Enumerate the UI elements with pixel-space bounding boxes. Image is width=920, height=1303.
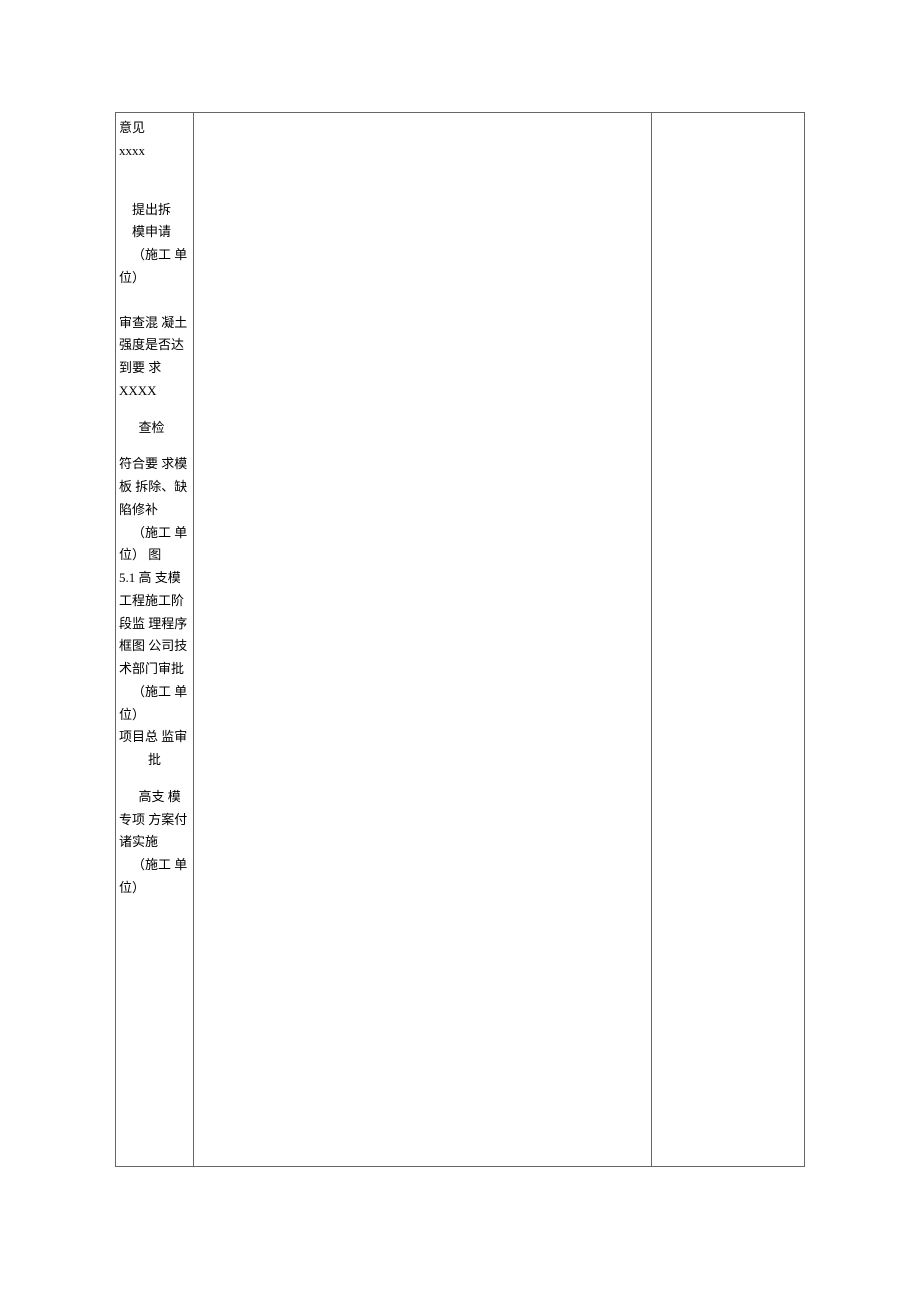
text-line: 位） — [119, 877, 190, 900]
text-line: 专项 方案付 — [119, 809, 190, 832]
spacer — [119, 185, 190, 199]
text-line: 术部门审批 — [119, 658, 190, 681]
text-block-6: 高支 模 专项 方案付 诸实施 （施工 单 位） — [119, 786, 190, 900]
spacer — [119, 163, 190, 185]
text-line: 符合要 求模 — [119, 453, 190, 476]
text-block-4: 查检 — [119, 417, 190, 440]
text-block-5: 符合要 求模 板 拆除、缺 陷修补 （施工 单 位） 图 5.1 高 支模 工程… — [119, 453, 190, 772]
document-table: 意见 xxxx 提出拆 模申请 （施工 单 位） 审查混 凝土 强度是否达 到要… — [115, 112, 805, 1167]
text-line: 提出拆 — [119, 199, 190, 222]
text-line: 查检 — [119, 417, 190, 440]
text-line: 意见 — [119, 117, 190, 140]
text-line: （施工 单 — [119, 522, 190, 545]
text-line: 位） — [119, 704, 190, 727]
spacer — [119, 403, 190, 417]
text-line: 批 — [119, 749, 190, 772]
text-line: 位） — [119, 267, 190, 290]
text-block-3: 审查混 凝土 强度是否达 到要 求 XXXX — [119, 312, 190, 403]
text-line: 审查混 凝土 — [119, 312, 190, 335]
text-block-1: 意见 xxxx — [119, 117, 190, 163]
text-line: 位） 图 — [119, 544, 190, 567]
text-line: 陷修补 — [119, 499, 190, 522]
text-line: 高支 模 — [119, 786, 190, 809]
text-line: 工程施工阶 — [119, 590, 190, 613]
text-block-2: 提出拆 模申请 （施工 单 位） — [119, 199, 190, 290]
text-line: 强度是否达 — [119, 334, 190, 357]
text-line: 诸实施 — [119, 831, 190, 854]
spacer — [119, 290, 190, 312]
text-line: 到要 求 — [119, 357, 190, 380]
table-column-right — [652, 113, 804, 1166]
table-column-left: 意见 xxxx 提出拆 模申请 （施工 单 位） 审查混 凝土 强度是否达 到要… — [116, 113, 194, 1166]
text-line: 5.1 高 支模 — [119, 567, 190, 590]
spacer — [119, 772, 190, 786]
text-line: xxxx — [119, 140, 190, 163]
text-line: 模申请 — [119, 221, 190, 244]
text-line: 段监 理程序 — [119, 613, 190, 636]
text-line: 板 拆除、缺 — [119, 476, 190, 499]
text-line: （施工 单 — [119, 681, 190, 704]
spacer — [119, 439, 190, 453]
text-line: （施工 单 — [119, 854, 190, 877]
text-line: （施工 单 — [119, 244, 190, 267]
text-line: XXXX — [119, 380, 190, 403]
text-line: 项目总 监审 — [119, 726, 190, 749]
text-line: 框图 公司技 — [119, 635, 190, 658]
table-column-middle — [194, 113, 652, 1166]
